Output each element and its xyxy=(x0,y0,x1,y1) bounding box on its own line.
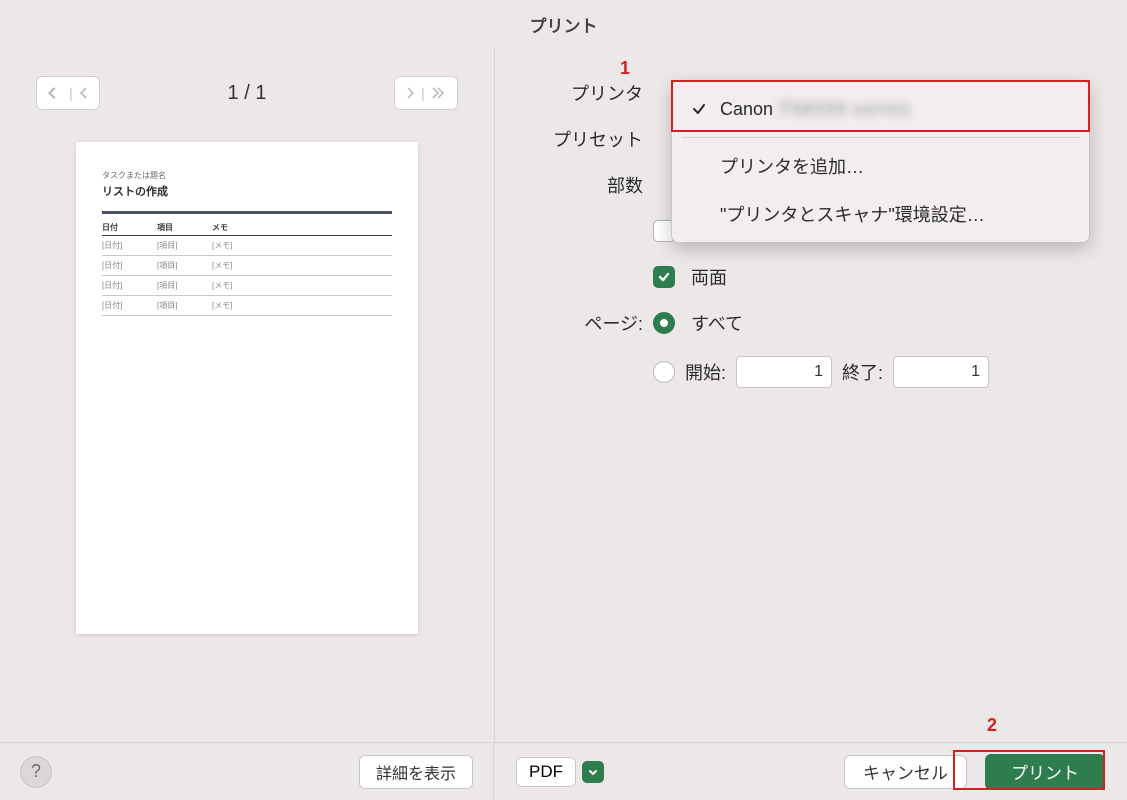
question-icon: ? xyxy=(31,761,41,782)
doc-header-row: 日付 項目 メモ xyxy=(102,222,392,236)
pages-from-label: 開始: xyxy=(685,359,726,385)
document-preview: タスクまたは題名 リストの作成 日付 項目 メモ [日付][項目][メモ] [日… xyxy=(76,142,418,634)
pages-label: ページ: xyxy=(523,310,653,336)
copies-label: 部数 xyxy=(523,172,653,198)
printer-prefs-item[interactable]: "プリンタとスキャナ"環境設定… xyxy=(672,190,1089,238)
doc-header-cell: メモ xyxy=(212,222,267,233)
printer-label: プリンタ xyxy=(523,80,653,106)
doc-row: [日付][項目][メモ] xyxy=(102,256,392,276)
pdf-menu-button[interactable]: PDF xyxy=(516,755,604,789)
pages-all-radio[interactable] xyxy=(653,312,675,334)
page-first-prev-button[interactable]: | xyxy=(36,76,100,110)
annotation-number: 1 xyxy=(620,58,630,79)
printer-item-label: Canon TS8330 series xyxy=(720,99,911,120)
doc-row: [日付][項目][メモ] xyxy=(102,276,392,296)
menu-item-label: プリンタを追加… xyxy=(720,153,864,179)
printer-item-selected[interactable]: Canon TS8330 series xyxy=(672,85,1089,133)
preview-pane: | 1 / 1 | タスクまたは題名 リストの作成 日付 項目 メモ [日付][… xyxy=(0,48,495,742)
check-icon xyxy=(657,270,671,284)
duplex-checkbox[interactable] xyxy=(653,266,675,288)
doc-header-cell: 日付 xyxy=(102,222,157,233)
page-counter: 1 / 1 xyxy=(228,82,267,105)
divider-icon: | xyxy=(65,85,77,101)
pages-from-input[interactable] xyxy=(736,356,832,388)
doc-row: [日付][項目][メモ] xyxy=(102,296,392,316)
doc-title: リストの作成 xyxy=(102,183,392,199)
check-icon xyxy=(691,101,707,117)
pages-to-label: 終了: xyxy=(842,359,883,385)
chevron-left-icon xyxy=(77,86,89,100)
print-button[interactable]: プリント xyxy=(985,754,1105,790)
chevron-down-icon xyxy=(582,761,604,783)
window-title: プリント xyxy=(0,0,1127,48)
cancel-button[interactable]: キャンセル xyxy=(844,755,967,789)
menu-item-label: "プリンタとスキャナ"環境設定… xyxy=(720,201,985,227)
page-next-last-button[interactable]: | xyxy=(394,76,458,110)
annotation-number: 2 xyxy=(987,715,997,736)
pages-all-label: すべて xyxy=(691,310,743,336)
double-chevron-left-icon xyxy=(47,86,65,100)
divider-icon: | xyxy=(417,85,429,101)
chevron-right-icon xyxy=(405,86,417,100)
printer-dropdown-menu[interactable]: Canon TS8330 series プリンタを追加… "プリンタとスキャナ"… xyxy=(671,80,1090,243)
duplex-label: 両面 xyxy=(691,264,727,290)
help-button[interactable]: ? xyxy=(20,756,52,788)
doc-header-cell: 項目 xyxy=(157,222,212,233)
pages-range-radio[interactable] xyxy=(653,361,675,383)
pdf-label: PDF xyxy=(516,757,576,787)
add-printer-item[interactable]: プリンタを追加… xyxy=(672,142,1089,190)
preset-label: プリセット xyxy=(523,126,653,152)
pages-to-input[interactable] xyxy=(893,356,989,388)
doc-task-label: タスクまたは題名 xyxy=(102,170,392,181)
show-details-button[interactable]: 詳細を表示 xyxy=(359,755,473,789)
doc-row: [日付][項目][メモ] xyxy=(102,236,392,256)
double-chevron-right-icon xyxy=(429,86,447,100)
